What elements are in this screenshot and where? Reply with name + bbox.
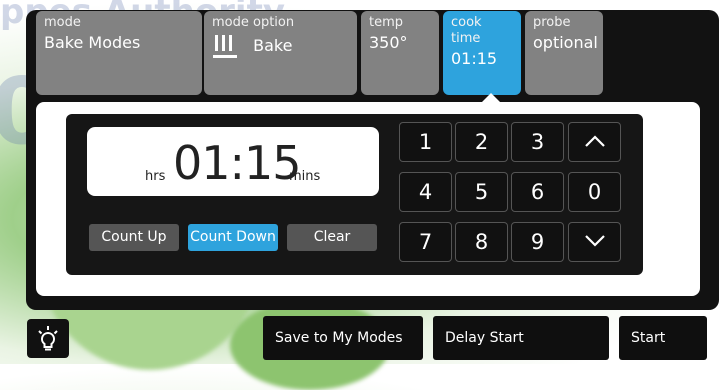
clear-button[interactable]: Clear — [287, 224, 377, 251]
chevron-up-icon — [584, 135, 605, 147]
key-4[interactable]: 4 — [399, 172, 452, 212]
tab-temp-value: 350° — [369, 33, 408, 52]
tab-temp-label: temp — [369, 15, 404, 30]
tab-mode-option-label: mode option — [212, 15, 295, 30]
key-0[interactable]: 0 — [568, 172, 621, 212]
time-value: 01:15 — [173, 136, 302, 190]
key-9[interactable]: 9 — [511, 222, 564, 262]
key-8[interactable]: 8 — [455, 222, 508, 262]
tab-mode-value: Bake Modes — [44, 33, 141, 52]
tab-probe-label: probe — [533, 15, 571, 30]
tab-mode-label: mode — [44, 15, 81, 30]
active-tab-pointer — [482, 93, 500, 102]
key-3[interactable]: 3 — [511, 122, 564, 162]
key-1[interactable]: 1 — [399, 122, 452, 162]
key-6[interactable]: 6 — [511, 172, 564, 212]
count-down-button[interactable]: Count Down — [188, 224, 278, 251]
key-up[interactable] — [568, 122, 621, 162]
tab-cook-time-value: 01:15 — [451, 49, 498, 68]
minutes-label: mins — [289, 169, 321, 184]
save-to-my-modes-button[interactable]: Save to My Modes — [263, 316, 423, 360]
key-7[interactable]: 7 — [399, 222, 452, 262]
delay-start-button[interactable]: Delay Start — [433, 316, 609, 360]
tab-probe-value: optional — [533, 33, 598, 52]
tab-cook-time-label: cook time — [451, 15, 482, 46]
tab-mode-option[interactable]: mode option Bake — [204, 11, 357, 95]
tab-probe[interactable]: probe optional — [525, 11, 603, 95]
tab-mode-option-value: Bake — [253, 35, 293, 55]
hours-label: hrs — [145, 169, 166, 184]
key-down[interactable] — [568, 222, 621, 262]
oven-light-icon — [38, 326, 58, 351]
start-button[interactable]: Start — [619, 316, 707, 360]
time-display: hrs 01:15 mins — [87, 127, 379, 196]
bake-element-icon — [213, 35, 237, 58]
tab-mode[interactable]: mode Bake Modes — [36, 11, 202, 95]
key-2[interactable]: 2 — [455, 122, 508, 162]
oven-light-button[interactable] — [27, 319, 69, 358]
tab-temp[interactable]: temp 350° — [361, 11, 439, 95]
tab-mode-option-value-row: Bake — [212, 33, 349, 59]
chevron-down-icon — [584, 235, 605, 247]
tab-cook-time[interactable]: cook time 01:15 — [443, 11, 521, 95]
count-up-button[interactable]: Count Up — [89, 224, 179, 251]
key-5[interactable]: 5 — [455, 172, 508, 212]
